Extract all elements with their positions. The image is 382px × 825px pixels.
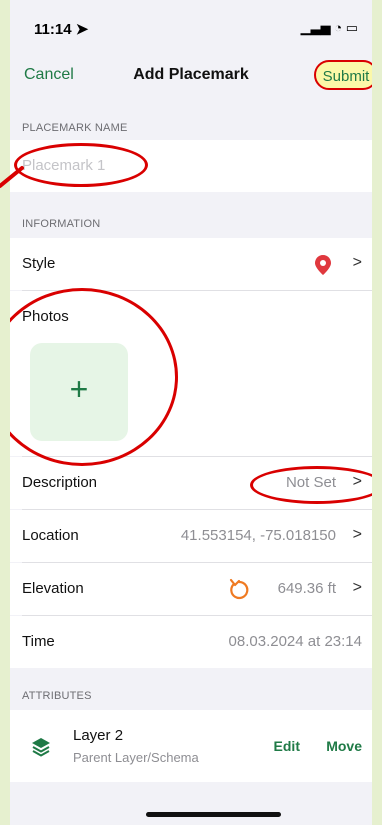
highlight-ellipse-name <box>14 143 148 187</box>
edit-button[interactable]: Edit <box>274 738 300 754</box>
elevation-value: 649.36 ft <box>277 580 336 597</box>
elevation-row[interactable]: Elevation 649.36 ft > <box>10 563 372 615</box>
map-pin-icon <box>315 255 331 275</box>
annotation-pointer-line <box>0 166 24 188</box>
section-header-attributes: ATTRIBUTES <box>22 690 92 702</box>
section-header-placemark-name: PLACEMARK NAME <box>22 122 128 134</box>
status-icons: ▁▃▅ ◔ ▭ <box>300 20 358 35</box>
status-bar: 11:14 ➤ ▁▃▅ ◔ ▭ <box>10 0 372 50</box>
location-label: Location <box>22 527 79 544</box>
chevron-right-icon: > <box>352 579 362 596</box>
move-button[interactable]: Move <box>326 738 362 754</box>
layers-icon <box>32 738 50 757</box>
section-header-information: INFORMATION <box>22 218 101 230</box>
layer-subtitle: Parent Layer/Schema <box>73 750 199 765</box>
time-value: 08.03.2024 at 23:14 <box>228 633 362 650</box>
navigation-bar: Cancel Add Placemark Submit <box>10 52 372 98</box>
app-screen: 11:14 ➤ ▁▃▅ ◔ ▭ Cancel Add Placemark Sub… <box>10 0 372 825</box>
chevron-right-icon: > <box>352 526 362 543</box>
submit-button[interactable]: Submit <box>314 60 372 90</box>
description-label: Description <box>22 474 98 491</box>
chevron-right-icon: > <box>352 254 362 271</box>
time-label: Time <box>22 633 55 650</box>
location-value: 41.553154, -75.018150 <box>180 527 336 544</box>
style-label: Style <box>22 255 56 272</box>
layer-name: Layer 2 <box>73 727 124 744</box>
style-row[interactable]: Style > <box>10 238 372 290</box>
elevation-label: Elevation <box>22 580 84 597</box>
location-row[interactable]: Location 41.553154, -75.018150 > <box>10 510 372 562</box>
home-indicator <box>146 812 281 817</box>
refresh-icon[interactable] <box>228 578 250 600</box>
layer-row[interactable]: Layer 2 Parent Layer/Schema Edit Move <box>10 710 372 782</box>
status-time: 11:14 ➤ <box>34 21 89 38</box>
time-row[interactable]: Time 08.03.2024 at 23:14 <box>10 616 372 668</box>
highlight-ellipse-description <box>250 466 372 504</box>
